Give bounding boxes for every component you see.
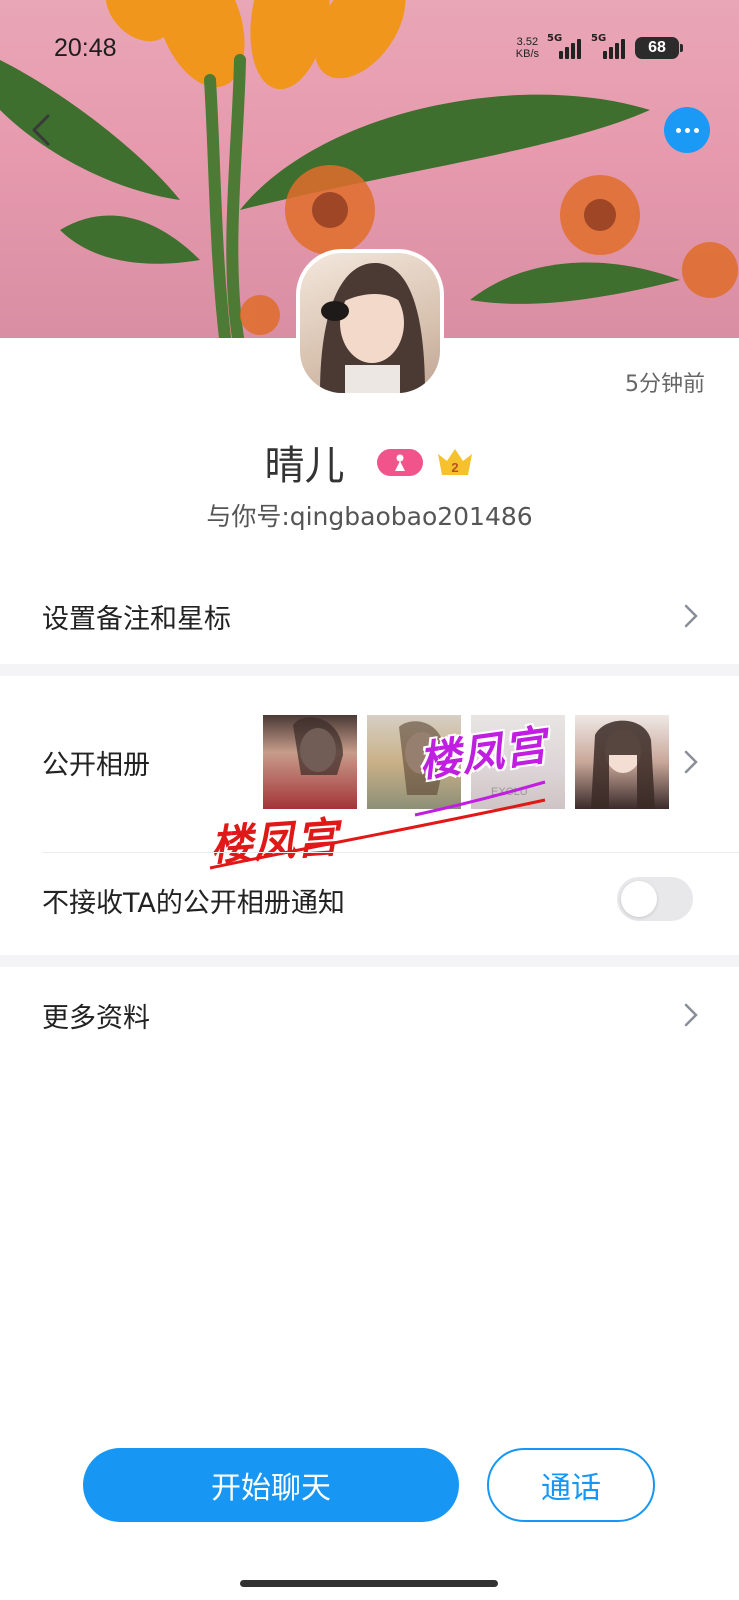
- chevron-right-icon: [684, 1003, 698, 1027]
- net-speed-value: 3.52: [516, 36, 539, 48]
- status-time: 20:48: [54, 34, 117, 62]
- signal-1-label: 5G: [547, 33, 563, 44]
- nickname-row: 晴儿 2: [0, 433, 739, 491]
- avatar-image: [320, 263, 425, 393]
- signal-2-icon: 5G: [591, 33, 627, 59]
- back-icon: [32, 114, 50, 146]
- section-divider: [0, 955, 739, 967]
- more-icon: [675, 127, 681, 133]
- home-indicator[interactable]: [240, 1580, 498, 1587]
- toggle-knob: [621, 881, 657, 917]
- remark-row[interactable]: 设置备注和星标: [0, 573, 739, 659]
- profile-page: 20:48 3.52 KB/s 5G 5G 68 5分钟前 晴儿 2 与你号:q…: [0, 0, 739, 1600]
- start-chat-button[interactable]: 开始聊天: [83, 1448, 459, 1522]
- battery-level: 68: [648, 39, 666, 56]
- net-speed: 3.52 KB/s: [516, 36, 539, 60]
- battery-icon: 68: [635, 37, 683, 59]
- account-id: 与你号:qingbaobao201486: [206, 502, 533, 531]
- chevron-right-icon: [684, 604, 698, 628]
- signal-1-icon: 5G: [547, 33, 583, 59]
- gender-female-icon: [376, 448, 423, 476]
- row-divider: [42, 852, 739, 853]
- album-photo[interactable]: [575, 715, 669, 809]
- mute-album-label: 不接收TA的公开相册通知: [42, 887, 345, 919]
- section-divider: [0, 664, 739, 676]
- vip-level: 2: [451, 460, 458, 475]
- signal-2-label: 5G: [591, 33, 607, 44]
- call-button[interactable]: 通话: [487, 1448, 655, 1522]
- album-label: 公开相册: [42, 749, 150, 781]
- net-speed-unit: KB/s: [515, 48, 539, 60]
- nickname: 晴儿: [264, 443, 345, 489]
- mute-album-toggle[interactable]: [617, 877, 693, 921]
- chevron-right-icon: [684, 750, 698, 774]
- back-button[interactable]: [24, 108, 60, 152]
- remark-label: 设置备注和星标: [42, 603, 231, 635]
- last-seen-text: 5分钟前: [625, 372, 705, 397]
- status-indicators: 3.52 KB/s 5G 5G 68: [516, 33, 683, 60]
- more-button[interactable]: [664, 107, 710, 153]
- avatar[interactable]: [296, 249, 444, 397]
- more-info-row[interactable]: 更多资料: [0, 970, 739, 1060]
- more-info-label: 更多资料: [42, 1002, 150, 1034]
- crown-icon[interactable]: 2: [435, 445, 475, 479]
